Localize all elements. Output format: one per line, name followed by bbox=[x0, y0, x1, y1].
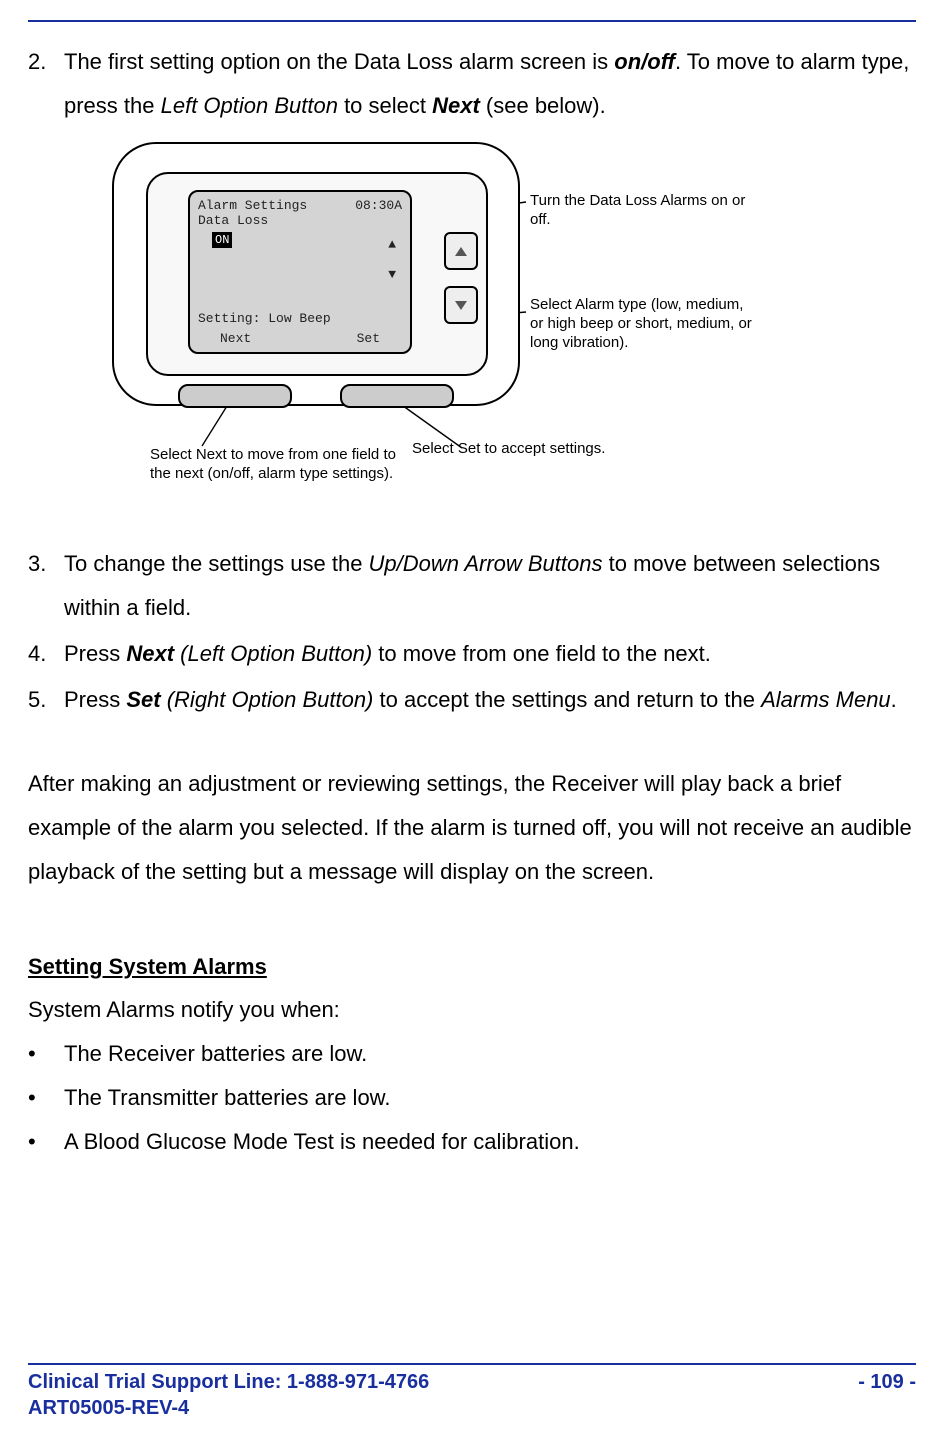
step-4: 4. Press Next (Left Option Button) to mo… bbox=[28, 632, 916, 676]
text: (see below). bbox=[480, 93, 606, 118]
emph: Set bbox=[126, 687, 160, 712]
step-text: To change the settings use the Up/Down A… bbox=[64, 542, 916, 630]
bullet-icon: • bbox=[28, 1120, 64, 1164]
callout-set: Select Set to accept settings. bbox=[412, 440, 605, 459]
step-2: 2. The first setting option on the Data … bbox=[28, 40, 916, 128]
bullet-icon: • bbox=[28, 1032, 64, 1076]
page: 2. The first setting option on the Data … bbox=[0, 0, 944, 1439]
lcd-next-label: Next bbox=[220, 331, 251, 346]
left-option-button[interactable] bbox=[178, 384, 292, 408]
callout-alarm-type: Select Alarm type (low, medium, or high … bbox=[530, 296, 760, 352]
text: to select bbox=[338, 93, 432, 118]
text: To change the settings use the bbox=[64, 551, 369, 576]
lcd-setting: Setting: Low Beep bbox=[198, 311, 331, 326]
lcd-screen: Alarm Settings 08:30A Data Loss ON ▲▼ Se… bbox=[188, 190, 412, 354]
step-number: 4. bbox=[28, 632, 64, 676]
triangle-down-icon bbox=[455, 301, 467, 310]
text: Press bbox=[64, 687, 126, 712]
arrow-down-button[interactable] bbox=[444, 286, 478, 324]
text: to move from one field to the next. bbox=[372, 641, 711, 666]
lcd-time: 08:30A bbox=[355, 198, 402, 213]
footer-rule bbox=[28, 1363, 916, 1365]
step-text: Press Next (Left Option Button) to move … bbox=[64, 632, 916, 676]
footer-left: Clinical Trial Support Line: 1-888-971-4… bbox=[28, 1369, 429, 1421]
arrow-up-button[interactable] bbox=[444, 232, 478, 270]
step-number: 2. bbox=[28, 40, 64, 128]
text: to accept the settings and return to the bbox=[373, 687, 761, 712]
bullet-3: • A Blood Glucose Mode Test is needed fo… bbox=[28, 1120, 916, 1164]
step-number: 3. bbox=[28, 542, 64, 630]
lcd-on-badge: ON bbox=[212, 232, 232, 248]
paragraph-playback: After making an adjustment or reviewing … bbox=[28, 762, 916, 894]
step-3: 3. To change the settings use the Up/Dow… bbox=[28, 542, 916, 630]
footer-page-number: - 109 - bbox=[858, 1369, 916, 1421]
bullet-icon: • bbox=[28, 1076, 64, 1120]
bullet-1: • The Receiver batteries are low. bbox=[28, 1032, 916, 1076]
text: . bbox=[891, 687, 897, 712]
bullet-text: The Receiver batteries are low. bbox=[64, 1032, 367, 1076]
bullet-text: A Blood Glucose Mode Test is needed for … bbox=[64, 1120, 580, 1164]
footer-support-line: Clinical Trial Support Line: 1-888-971-4… bbox=[28, 1371, 429, 1393]
emph: Next bbox=[432, 93, 480, 118]
callout-next: Select Next to move from one field to th… bbox=[150, 446, 400, 484]
right-option-button[interactable] bbox=[340, 384, 454, 408]
emph: Next bbox=[126, 641, 174, 666]
bullet-2: • The Transmitter batteries are low. bbox=[28, 1076, 916, 1120]
lcd-arrows: ▲▼ bbox=[388, 230, 396, 290]
emph: (Left Option Button) bbox=[174, 641, 372, 666]
top-rule bbox=[28, 20, 916, 22]
emph: Up/Down Arrow Buttons bbox=[369, 551, 603, 576]
emph: (Right Option Button) bbox=[161, 687, 374, 712]
heading-system-alarms: Setting System Alarms bbox=[28, 954, 916, 980]
device-figure: Alarm Settings 08:30A Data Loss ON ▲▼ Se… bbox=[112, 142, 832, 542]
lcd-title: Alarm Settings bbox=[198, 198, 307, 213]
text: Press bbox=[64, 641, 126, 666]
callout-on-off: Turn the Data Loss Alarms on or off. bbox=[530, 192, 760, 230]
step-5: 5. Press Set (Right Option Button) to ac… bbox=[28, 678, 916, 722]
lcd-set-label: Set bbox=[357, 331, 380, 346]
bullet-text: The Transmitter batteries are low. bbox=[64, 1076, 390, 1120]
step-text: The first setting option on the Data Los… bbox=[64, 40, 916, 128]
lcd-line2: Data Loss bbox=[198, 213, 402, 228]
device-outline: Alarm Settings 08:30A Data Loss ON ▲▼ Se… bbox=[112, 142, 520, 406]
text: The first setting option on the Data Los… bbox=[64, 49, 614, 74]
emph: on/off bbox=[614, 49, 675, 74]
footer-doc-id: ART05005-REV-4 bbox=[28, 1397, 189, 1419]
page-footer: Clinical Trial Support Line: 1-888-971-4… bbox=[28, 1363, 916, 1421]
emph: Alarms Menu bbox=[761, 687, 891, 712]
triangle-up-icon bbox=[455, 247, 467, 256]
emph: Left Option Button bbox=[161, 93, 338, 118]
step-number: 5. bbox=[28, 678, 64, 722]
step-text: Press Set (Right Option Button) to accep… bbox=[64, 678, 916, 722]
section-intro: System Alarms notify you when: bbox=[28, 988, 916, 1032]
